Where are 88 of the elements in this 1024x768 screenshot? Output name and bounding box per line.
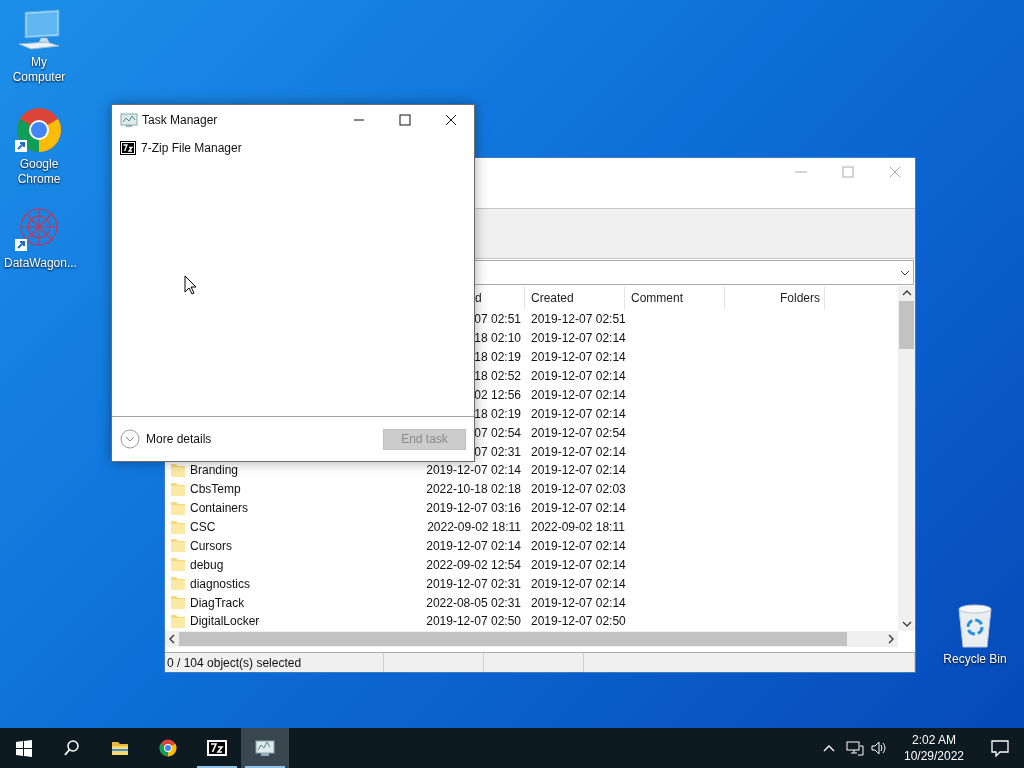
table-cell-text: 18 02:52 bbox=[474, 368, 521, 386]
chrome-icon bbox=[15, 106, 63, 154]
status-text: 0 / 104 object(s) selected bbox=[167, 654, 302, 672]
close-icon bbox=[445, 114, 457, 126]
folder-icon bbox=[171, 520, 185, 534]
desktop-icon-label[interactable]: Google Chrome bbox=[4, 157, 74, 187]
table-cell-text: 2019-12-07 02:14 bbox=[531, 330, 626, 348]
vertical-scrollbar[interactable] bbox=[898, 286, 915, 631]
table-cell-text: 2019-12-07 02:14 bbox=[531, 443, 626, 461]
table-cell-text: 2019-12-07 02:14 bbox=[426, 462, 521, 480]
column-header[interactable]: Folders bbox=[780, 289, 820, 307]
scroll-thumb[interactable] bbox=[899, 301, 914, 349]
column-header[interactable]: d bbox=[475, 289, 482, 307]
seven-zip-icon bbox=[120, 141, 136, 155]
file-name[interactable]: CbsTemp bbox=[190, 480, 241, 499]
table-cell-text: 2019-12-07 02:14 bbox=[531, 575, 626, 593]
desktop-icon-label[interactable]: Recycle Bin bbox=[940, 652, 1010, 667]
folder-icon bbox=[171, 539, 185, 553]
desktop-icon-label[interactable]: My Computer bbox=[4, 55, 74, 85]
table-cell-text: 18 02:10 bbox=[474, 330, 521, 348]
windows-logo-icon bbox=[15, 739, 35, 757]
mouse-cursor-icon bbox=[184, 275, 197, 295]
file-name[interactable]: DiagTrack bbox=[190, 593, 245, 612]
file-name[interactable]: CSC bbox=[190, 518, 216, 537]
desktop-icon-label[interactable]: DataWagon... bbox=[4, 256, 74, 271]
folder-icon bbox=[171, 596, 185, 610]
chrome-icon bbox=[159, 739, 179, 757]
table-cell-text: 2022-08-05 02:31 bbox=[426, 594, 521, 612]
file-name[interactable]: Containers bbox=[190, 499, 249, 518]
table-cell-text: 2019-12-07 02:54 bbox=[531, 424, 626, 442]
table-cell-text: 2019-12-07 02:14 bbox=[531, 537, 626, 555]
clock-time: 2:02 AM bbox=[912, 732, 956, 748]
table-cell-text: 2019-12-07 02:14 bbox=[531, 500, 626, 518]
table-cell-text: 2019-12-07 02:50 bbox=[426, 613, 521, 631]
table-cell-text: 02 12:56 bbox=[474, 386, 521, 404]
network-icon[interactable] bbox=[846, 740, 864, 756]
folder-icon bbox=[171, 463, 185, 477]
task-manager-icon bbox=[120, 112, 138, 128]
clock-date: 10/29/2022 bbox=[903, 748, 965, 764]
horizontal-scrollbar[interactable] bbox=[165, 631, 898, 647]
maximize-icon bbox=[399, 114, 411, 126]
table-cell-text: 2019-12-07 02:14 bbox=[531, 349, 626, 367]
scroll-thumb[interactable] bbox=[179, 632, 847, 646]
file-name[interactable]: DigitalLocker bbox=[190, 612, 260, 631]
table-cell-text: 2019-12-07 02:03 bbox=[531, 481, 626, 499]
clock[interactable]: 2:02 AM 10/29/2022 bbox=[894, 732, 974, 764]
table-cell-text: 2019-12-07 02:14 bbox=[531, 386, 626, 404]
window-title: Task Manager bbox=[142, 112, 219, 129]
folder-icon bbox=[171, 577, 185, 591]
table-cell-text: 07 02:51 bbox=[474, 311, 521, 329]
column-header[interactable]: Comment bbox=[631, 289, 683, 307]
volume-icon[interactable] bbox=[870, 740, 888, 756]
file-name[interactable]: Cursors bbox=[190, 536, 232, 555]
table-cell-text: 07 02:54 bbox=[474, 424, 521, 442]
notification-icon[interactable] bbox=[990, 739, 1010, 757]
folder-icon bbox=[171, 614, 185, 628]
table-cell-text: 2019-12-07 03:16 bbox=[426, 500, 521, 518]
table-cell-text: 2022-09-02 18:11 bbox=[427, 519, 521, 537]
chevron-up-icon[interactable] bbox=[822, 743, 836, 753]
table-cell-text: 2019-12-07 02:14 bbox=[531, 556, 626, 574]
table-cell-text: 2019-12-07 02:31 bbox=[426, 575, 521, 593]
table-cell-text: 2019-12-07 02:50 bbox=[531, 613, 626, 631]
table-cell-text: 2022-10-18 02:18 bbox=[426, 481, 521, 499]
table-cell-text: 07 02:31 bbox=[474, 443, 521, 461]
folder-icon bbox=[111, 739, 131, 757]
table-cell-text: 2019-12-07 02:51 bbox=[531, 311, 626, 329]
table-cell-text: 2022-09-02 18:11 bbox=[531, 519, 625, 537]
table-cell-text: 2022-09-02 12:54 bbox=[426, 556, 521, 574]
file-name[interactable]: debug bbox=[190, 555, 224, 574]
table-cell-text: 18 02:19 bbox=[474, 405, 521, 423]
table-cell-text: 2019-12-07 02:14 bbox=[531, 405, 626, 423]
table-cell-text: 2019-12-07 02:14 bbox=[426, 537, 521, 555]
file-name[interactable]: Branding bbox=[190, 461, 239, 480]
task-manager-icon bbox=[255, 739, 275, 757]
folder-icon bbox=[171, 558, 185, 572]
column-header[interactable]: Created bbox=[531, 289, 574, 307]
chevron-circle-icon bbox=[120, 429, 140, 449]
table-cell-text: 18 02:19 bbox=[474, 349, 521, 367]
taskbar-button[interactable] bbox=[241, 728, 289, 768]
app-list-item[interactable]: 7-Zip File Manager bbox=[112, 137, 474, 159]
table-cell-text: 2019-12-07 02:14 bbox=[531, 594, 626, 612]
seven-zip-icon bbox=[207, 739, 227, 757]
file-name[interactable]: diagnostics bbox=[190, 574, 251, 593]
more-details-button[interactable]: More details bbox=[120, 429, 383, 449]
table-cell-text: 2019-12-07 02:14 bbox=[531, 462, 626, 480]
folder-icon bbox=[171, 501, 185, 515]
table-cell-text: 2019-12-07 02:14 bbox=[531, 368, 626, 386]
folder-icon bbox=[171, 482, 185, 496]
